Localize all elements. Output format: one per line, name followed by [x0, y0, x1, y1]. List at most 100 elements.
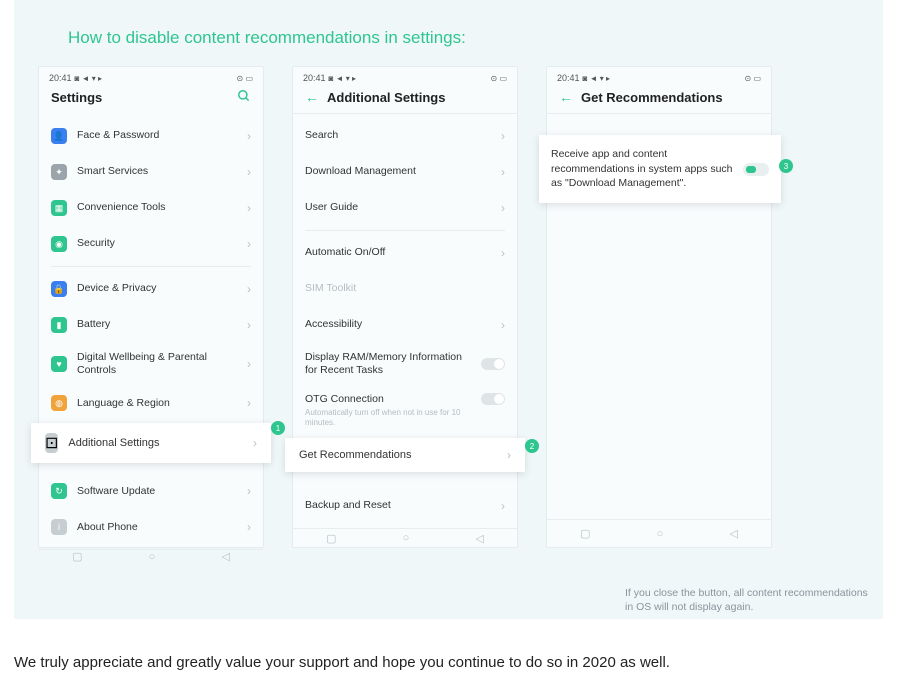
- recommendation-card[interactable]: Receive app and content recommendations …: [539, 135, 781, 203]
- otg-label: OTG Connection: [305, 393, 384, 405]
- chevron-right-icon: ›: [501, 246, 505, 260]
- row-label: SIM Toolkit: [305, 282, 505, 295]
- additional-settings-list: Search › Download Management › User Guid…: [293, 114, 517, 528]
- row-battery[interactable]: ▮ Battery ›: [39, 307, 263, 343]
- chevron-right-icon: ›: [247, 520, 251, 534]
- toggle-otg[interactable]: [481, 393, 505, 405]
- toggle-recommendations[interactable]: [743, 163, 769, 176]
- step-marker-1: 1: [271, 421, 285, 435]
- back-icon[interactable]: ←: [305, 89, 319, 105]
- row-label: Face & Password: [77, 129, 237, 142]
- nav-bar: ▢ ○ ◁: [39, 549, 263, 563]
- divider: [51, 266, 251, 267]
- chevron-right-icon: ›: [247, 484, 251, 498]
- row-search[interactable]: Search ›: [293, 118, 517, 154]
- nav-recent-icon[interactable]: ▢: [580, 527, 590, 540]
- row-otg[interactable]: OTG Connection Automatically turn off wh…: [293, 385, 517, 436]
- chevron-right-icon: ›: [247, 282, 251, 296]
- nav-back-icon[interactable]: ◁: [729, 527, 737, 540]
- nav-back-icon[interactable]: ◁: [221, 550, 229, 563]
- row-about-phone[interactable]: i About Phone ›: [39, 509, 263, 545]
- search-icon[interactable]: [237, 89, 251, 106]
- panel-caption: If you close the button, all content rec…: [625, 586, 877, 615]
- row-label: Download Management: [305, 165, 491, 178]
- chevron-right-icon: ›: [507, 448, 511, 462]
- row-label: Search: [305, 129, 491, 142]
- row-security[interactable]: ◉ Security ›: [39, 226, 263, 262]
- settings-list: 👤 Face & Password › ✦ Smart Services › ▦…: [39, 114, 263, 549]
- row-label: Device & Privacy: [77, 282, 237, 295]
- row-label: Security: [77, 237, 237, 250]
- nav-home-icon[interactable]: ○: [149, 551, 156, 563]
- toggle-ram[interactable]: [481, 358, 505, 370]
- chevron-right-icon: ›: [247, 129, 251, 143]
- chevron-right-icon: ›: [253, 436, 257, 450]
- status-time: 20:41: [557, 73, 580, 83]
- row-auto-onoff[interactable]: Automatic On/Off ›: [293, 235, 517, 271]
- nav-bar: ▢ ○ ◁: [547, 519, 771, 547]
- phone3-header: ← Get Recommendations: [547, 85, 771, 113]
- phone1-header: Settings: [39, 85, 263, 114]
- row-label: About Phone: [77, 521, 237, 534]
- step-marker-2: 2: [525, 439, 539, 453]
- header-title: Settings: [51, 90, 102, 105]
- nav-back-icon[interactable]: ◁: [475, 532, 483, 545]
- divider: [305, 230, 505, 231]
- nav-recent-icon[interactable]: ▢: [326, 532, 336, 545]
- row-software-update[interactable]: ↻ Software Update ›: [39, 473, 263, 509]
- row-face-password[interactable]: 👤 Face & Password ›: [39, 118, 263, 154]
- row-label: Software Update: [77, 485, 237, 498]
- row-digital-wellbeing[interactable]: ♥ Digital Wellbeing & Parental Controls …: [39, 343, 263, 385]
- row-label: OTG Connection Automatically turn off wh…: [305, 393, 471, 428]
- row-accessibility[interactable]: Accessibility ›: [293, 307, 517, 343]
- tools-icon: ▦: [51, 200, 67, 216]
- row-label: Battery: [77, 318, 237, 331]
- otg-sub: Automatically turn off when not in use f…: [305, 408, 471, 428]
- chevron-right-icon: ›: [247, 357, 251, 371]
- status-icons-right: ⊙ ▭: [237, 74, 253, 83]
- status-icons-left: ◙ ◄ ▾ ▸: [329, 74, 356, 83]
- additional-icon: ⊡: [45, 433, 58, 453]
- back-icon[interactable]: ←: [559, 89, 573, 105]
- row-download-management[interactable]: Download Management ›: [293, 154, 517, 190]
- phone-settings: 20:41 ◙ ◄ ▾ ▸ ⊙ ▭ Settings: [38, 66, 264, 548]
- row-label: Additional Settings: [68, 437, 243, 449]
- row-display-ram[interactable]: Display RAM/Memory Information for Recen…: [293, 343, 517, 385]
- info-icon: i: [51, 519, 67, 535]
- chevron-right-icon: ›: [501, 499, 505, 513]
- status-bar: 20:41 ◙ ◄ ▾ ▸ ⊙ ▭: [293, 67, 517, 85]
- row-convenience-tools[interactable]: ▦ Convenience Tools ›: [39, 190, 263, 226]
- row-label: Display RAM/Memory Information for Recen…: [305, 351, 471, 377]
- row-device-privacy[interactable]: 🔒 Device & Privacy ›: [39, 271, 263, 307]
- chevron-right-icon: ›: [501, 165, 505, 179]
- globe-icon: ◍: [51, 395, 67, 411]
- nav-home-icon[interactable]: ○: [403, 532, 410, 544]
- shield-icon: ◉: [51, 236, 67, 252]
- nav-home-icon[interactable]: ○: [657, 528, 664, 540]
- row-label: User Guide: [305, 201, 491, 214]
- header-title: Additional Settings: [327, 90, 445, 105]
- update-icon: ↻: [51, 483, 67, 499]
- row-user-guide[interactable]: User Guide ›: [293, 190, 517, 226]
- row-backup-reset[interactable]: Backup and Reset ›: [293, 488, 517, 524]
- chevron-right-icon: ›: [247, 165, 251, 179]
- row-smart-services[interactable]: ✦ Smart Services ›: [39, 154, 263, 190]
- row-label: Get Recommendations: [299, 449, 497, 461]
- status-icons-right: ⊙ ▭: [491, 74, 507, 83]
- status-icons-left: ◙ ◄ ▾ ▸: [75, 74, 102, 83]
- phones-container: 20:41 ◙ ◄ ▾ ▸ ⊙ ▭ Settings: [38, 66, 859, 548]
- status-time: 20:41: [49, 73, 72, 83]
- chevron-right-icon: ›: [501, 318, 505, 332]
- row-language-region[interactable]: ◍ Language & Region ›: [39, 385, 263, 421]
- gear-icon: ✦: [51, 164, 67, 180]
- status-bar: 20:41 ◙ ◄ ▾ ▸ ⊙ ▭: [39, 67, 263, 85]
- nav-recent-icon[interactable]: ▢: [72, 550, 82, 563]
- status-icons-right: ⊙ ▭: [745, 74, 761, 83]
- user-icon: 👤: [51, 128, 67, 144]
- row-get-recommendations-highlight[interactable]: Get Recommendations ›: [285, 438, 525, 472]
- phone-additional-settings: 20:41 ◙ ◄ ▾ ▸ ⊙ ▭ ← Additional Settings …: [292, 66, 518, 548]
- chevron-right-icon: ›: [247, 396, 251, 410]
- row-additional-settings-highlight[interactable]: ⊡ Additional Settings ›: [31, 423, 271, 463]
- row-sim-toolkit: SIM Toolkit: [293, 271, 517, 307]
- phone2-header: ← Additional Settings: [293, 85, 517, 113]
